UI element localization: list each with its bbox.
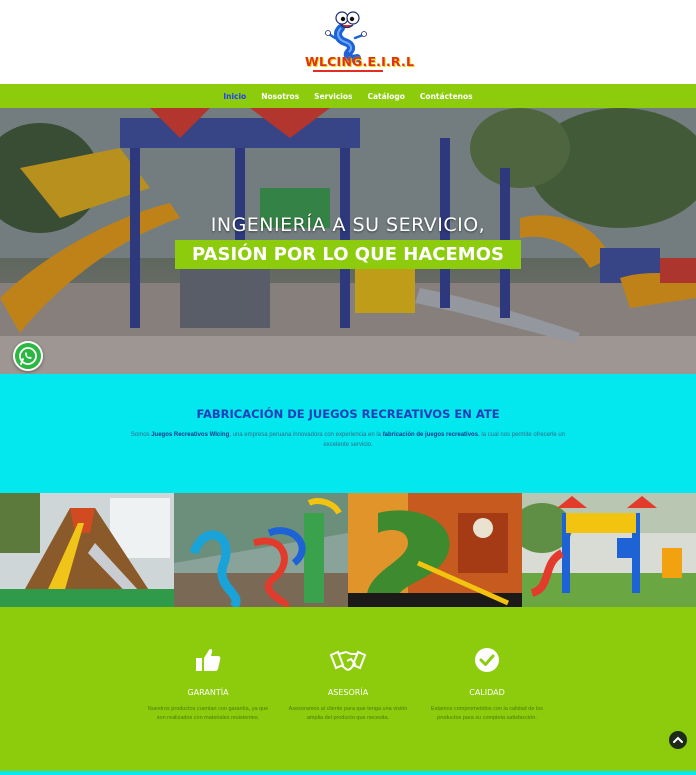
main-nav: Inicio Nosotros Servicios Catálogo Contá… xyxy=(0,84,696,108)
about-text-bold1: Juegos Recreativos Wlcing xyxy=(151,432,230,438)
feature-text: Nuestros productos cuentan con garantía,… xyxy=(147,706,269,721)
feature-text: Estamos comprometidos con la calidad de … xyxy=(431,706,543,721)
logo-underline xyxy=(313,70,383,72)
features-section: GARANTÍA Nuestros productos cuentan con … xyxy=(0,607,696,775)
about-description: Somos Juegos Recreativos Wlcing, una emp… xyxy=(120,430,576,450)
gallery-image-volcano-slide[interactable] xyxy=(0,493,174,607)
gallery-image-indoor-playground[interactable] xyxy=(348,493,522,607)
nav-item-inicio[interactable]: Inicio xyxy=(216,92,254,101)
thumbs-up-icon xyxy=(196,648,221,671)
nav-item-nosotros[interactable]: Nosotros xyxy=(254,92,307,101)
footer-accent-bar xyxy=(0,771,696,775)
feature-title: ASESORÍA xyxy=(327,688,369,697)
feature-title: GARANTÍA xyxy=(187,688,229,697)
chevron-up-icon xyxy=(673,736,683,743)
about-text-bold2: fabricación de juegos recreativos xyxy=(382,432,479,438)
about-section: FABRICACIÓN DE JUEGOS RECREATIVOS EN ATE… xyxy=(0,374,696,493)
gallery-image-water-slides[interactable] xyxy=(174,493,348,607)
hero-heading-line2: PASIÓN POR LO QUE HACEMOS xyxy=(192,244,504,265)
whatsapp-button[interactable] xyxy=(13,341,43,371)
brand-logo[interactable]: WLCING.E.I.R.L xyxy=(305,8,415,74)
nav-item-catalogo[interactable]: Catálogo xyxy=(360,92,412,101)
hero-heading-line1: INGENIERÍA A SU SERVICIO, xyxy=(210,214,486,236)
about-text-part2: , una empresa peruana innovadora con exp… xyxy=(229,432,383,438)
whatsapp-icon xyxy=(19,347,37,365)
nav-item-servicios[interactable]: Servicios xyxy=(307,92,360,101)
about-text-part1: Somos xyxy=(130,432,152,438)
about-title: FABRICACIÓN DE JUEGOS RECREATIVOS EN ATE xyxy=(196,407,500,421)
check-circle-icon xyxy=(475,648,499,672)
hero-banner: INGENIERÍA A SU SERVICIO, PASIÓN POR LO … xyxy=(0,108,696,374)
nav-item-contactenos[interactable]: Contáctenos xyxy=(412,92,480,101)
feature-title: CALIDAD xyxy=(469,688,505,697)
handshake-icon xyxy=(329,650,367,671)
product-gallery xyxy=(0,493,696,607)
logo-text: WLCING.E.I.R.L xyxy=(305,54,415,69)
feature-text: Asesoramos al cliente para que tenga una… xyxy=(288,706,408,721)
site-header: WLCING.E.I.R.L xyxy=(0,0,696,84)
gallery-image-outdoor-playground[interactable] xyxy=(522,493,696,607)
hero-heading-highlight: PASIÓN POR LO QUE HACEMOS xyxy=(175,240,521,269)
scroll-to-top-button[interactable] xyxy=(669,731,687,749)
